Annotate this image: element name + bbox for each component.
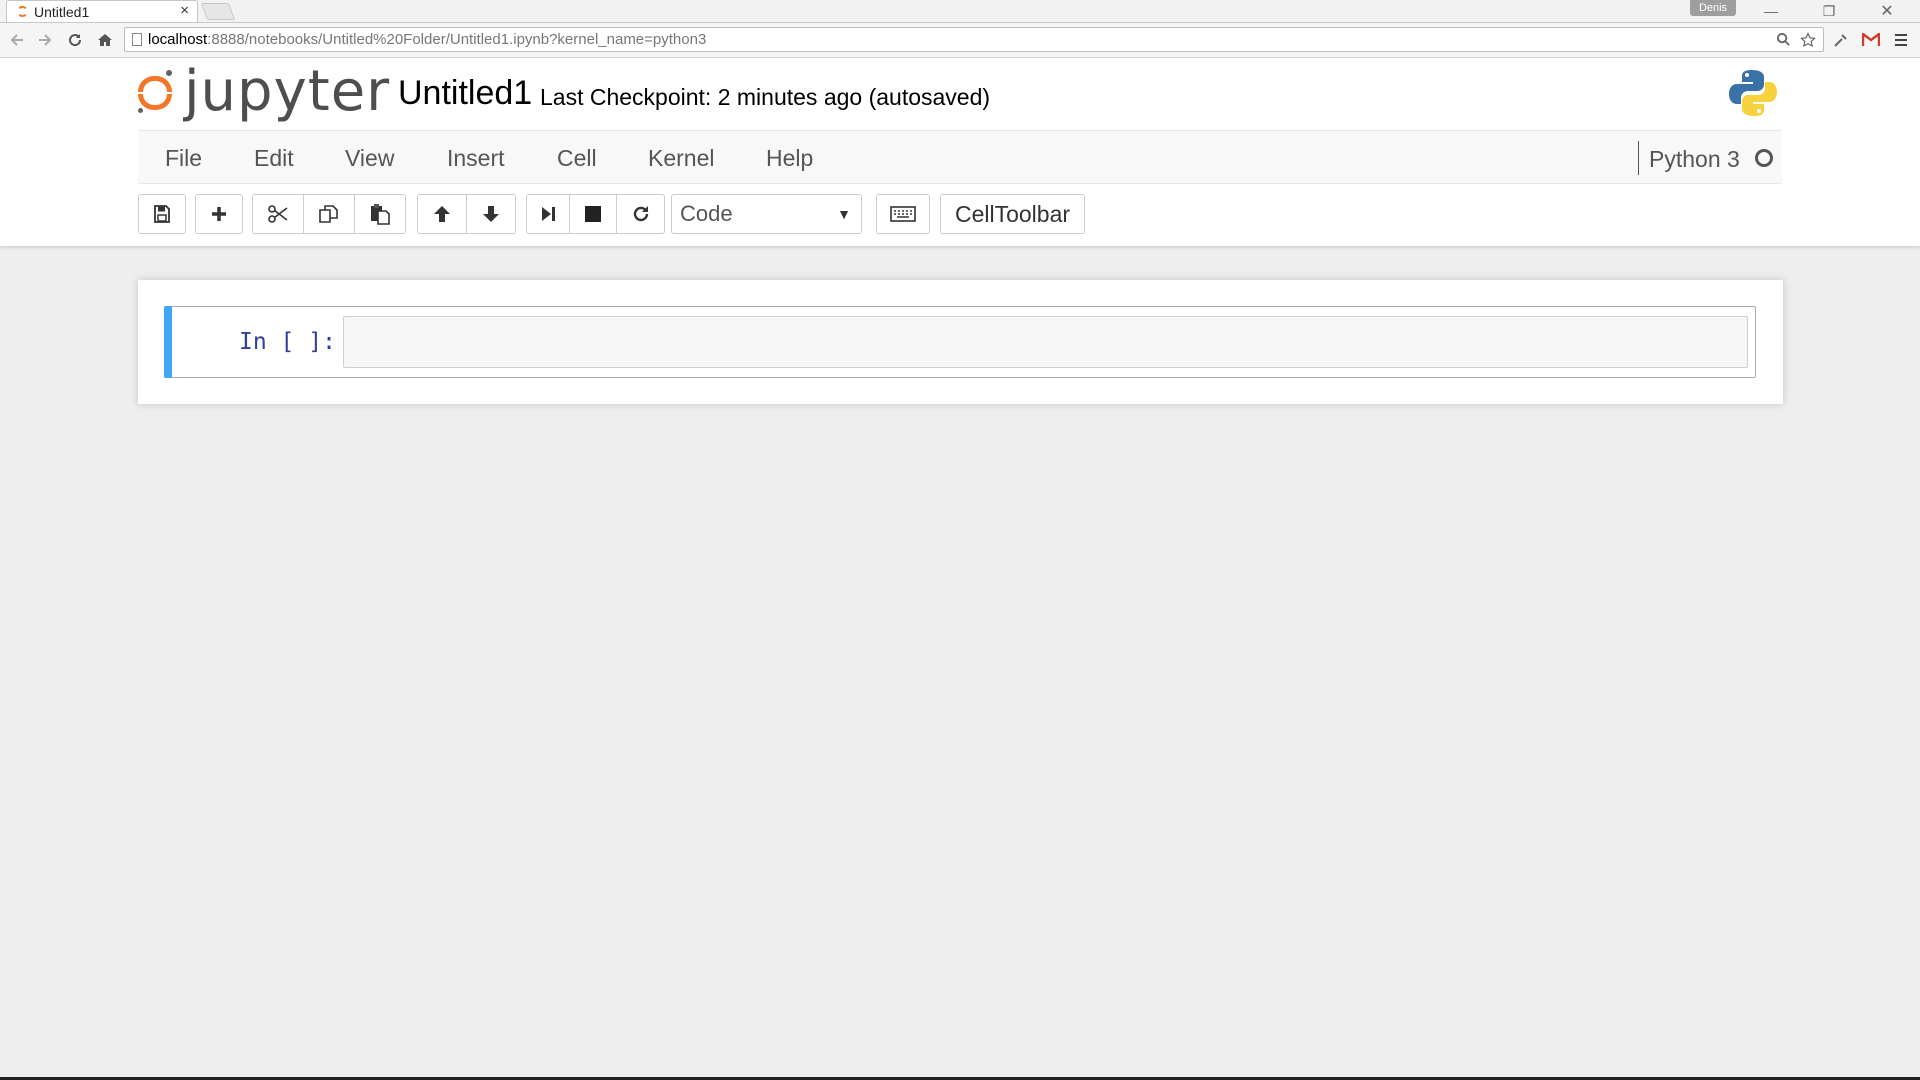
- notebook-title[interactable]: Untitled1: [398, 74, 532, 113]
- code-input[interactable]: [343, 316, 1748, 368]
- step-forward-icon: [542, 207, 555, 221]
- url-host: localhost: [148, 31, 208, 48]
- cell-type-value: Code: [680, 201, 733, 226]
- menu-help[interactable]: Help: [766, 145, 813, 172]
- keyboard-icon: [890, 206, 916, 222]
- url-input[interactable]: localhost:8888/notebooks/Untitled%20Fold…: [124, 27, 1824, 52]
- stop-icon: [585, 206, 601, 222]
- profile-badge[interactable]: Denis: [1690, 0, 1736, 16]
- forward-icon[interactable]: [34, 30, 56, 50]
- cell-type-select[interactable]: Code ▼: [671, 194, 862, 234]
- menu-icon[interactable]: [1890, 27, 1912, 52]
- zoom-icon[interactable]: [1772, 27, 1794, 52]
- page-icon: [132, 33, 142, 46]
- cut-icon: [268, 205, 288, 223]
- arrow-down-icon: [483, 206, 499, 222]
- window-minimize-button[interactable]: —: [1754, 0, 1788, 22]
- menu-kernel[interactable]: Kernel: [648, 145, 714, 172]
- kernel-name: Python 3: [1649, 146, 1740, 172]
- tab-title: Untitled1: [34, 3, 90, 20]
- star-icon[interactable]: [1797, 27, 1819, 52]
- window-close-button[interactable]: ✕: [1870, 0, 1904, 22]
- arrow-up-icon: [434, 206, 450, 222]
- browser-tabstrip: Untitled1 × Denis — ❐ ✕: [0, 0, 1920, 23]
- home-icon[interactable]: [94, 30, 116, 50]
- celltoolbar-button[interactable]: CellToolbar: [940, 194, 1085, 234]
- insert-cell-button[interactable]: [195, 194, 243, 234]
- logo-text: jupyter: [184, 59, 391, 124]
- url-path: :8888/notebooks/Untitled%20Folder/Untitl…: [207, 31, 707, 48]
- reload-icon[interactable]: [64, 30, 86, 50]
- save-icon: [154, 205, 170, 223]
- menu-view[interactable]: View: [345, 145, 394, 172]
- input-prompt: In [ ]:: [239, 329, 336, 355]
- move-up-button[interactable]: [417, 194, 467, 234]
- interrupt-kernel-button[interactable]: [569, 194, 617, 234]
- plus-icon: [212, 207, 226, 221]
- extension-icon[interactable]: [1830, 27, 1852, 52]
- save-button[interactable]: [138, 194, 186, 234]
- jupyter-logo[interactable]: jupyter: [136, 62, 390, 122]
- jupyter-logo-icon: [136, 70, 176, 114]
- address-bar-row: localhost:8888/notebooks/Untitled%20Fold…: [0, 23, 1920, 58]
- menu-cell[interactable]: Cell: [557, 145, 597, 172]
- run-cell-button[interactable]: [526, 194, 570, 234]
- back-icon[interactable]: [6, 30, 28, 50]
- checkpoint-status: Last Checkpoint: 2 minutes ago (autosave…: [540, 84, 991, 110]
- gmail-icon[interactable]: [1860, 27, 1882, 52]
- menu-insert[interactable]: Insert: [447, 145, 505, 172]
- code-cell[interactable]: In [ ]:: [164, 306, 1756, 378]
- paste-button[interactable]: [354, 194, 406, 234]
- menu-file[interactable]: File: [165, 145, 202, 172]
- paste-icon: [371, 204, 390, 225]
- browser-tab[interactable]: Untitled1 ×: [6, 0, 198, 22]
- cell-selected-indicator: [164, 306, 172, 378]
- new-tab-button[interactable]: [200, 3, 236, 20]
- cut-button[interactable]: [252, 194, 304, 234]
- menubar: File Edit View Insert Cell Kernel Help: [138, 130, 1782, 184]
- window-restore-button[interactable]: ❐: [1812, 0, 1846, 22]
- copy-button[interactable]: [303, 194, 355, 234]
- menu-edit[interactable]: Edit: [254, 145, 294, 172]
- python-logo-icon: [1729, 70, 1777, 116]
- kernel-idle-icon: [1755, 149, 1773, 167]
- kernel-separator: [1638, 141, 1639, 175]
- restart-kernel-button[interactable]: [616, 194, 665, 234]
- restart-icon: [633, 206, 648, 222]
- notebook-container: In [ ]:: [138, 280, 1783, 404]
- command-palette-button[interactable]: [876, 194, 930, 234]
- tab-close-icon[interactable]: ×: [180, 2, 189, 19]
- copy-icon: [319, 205, 338, 223]
- move-down-button[interactable]: [466, 194, 516, 234]
- chevron-down-icon: ▼: [837, 206, 851, 222]
- jupyter-favicon-icon: [17, 6, 28, 17]
